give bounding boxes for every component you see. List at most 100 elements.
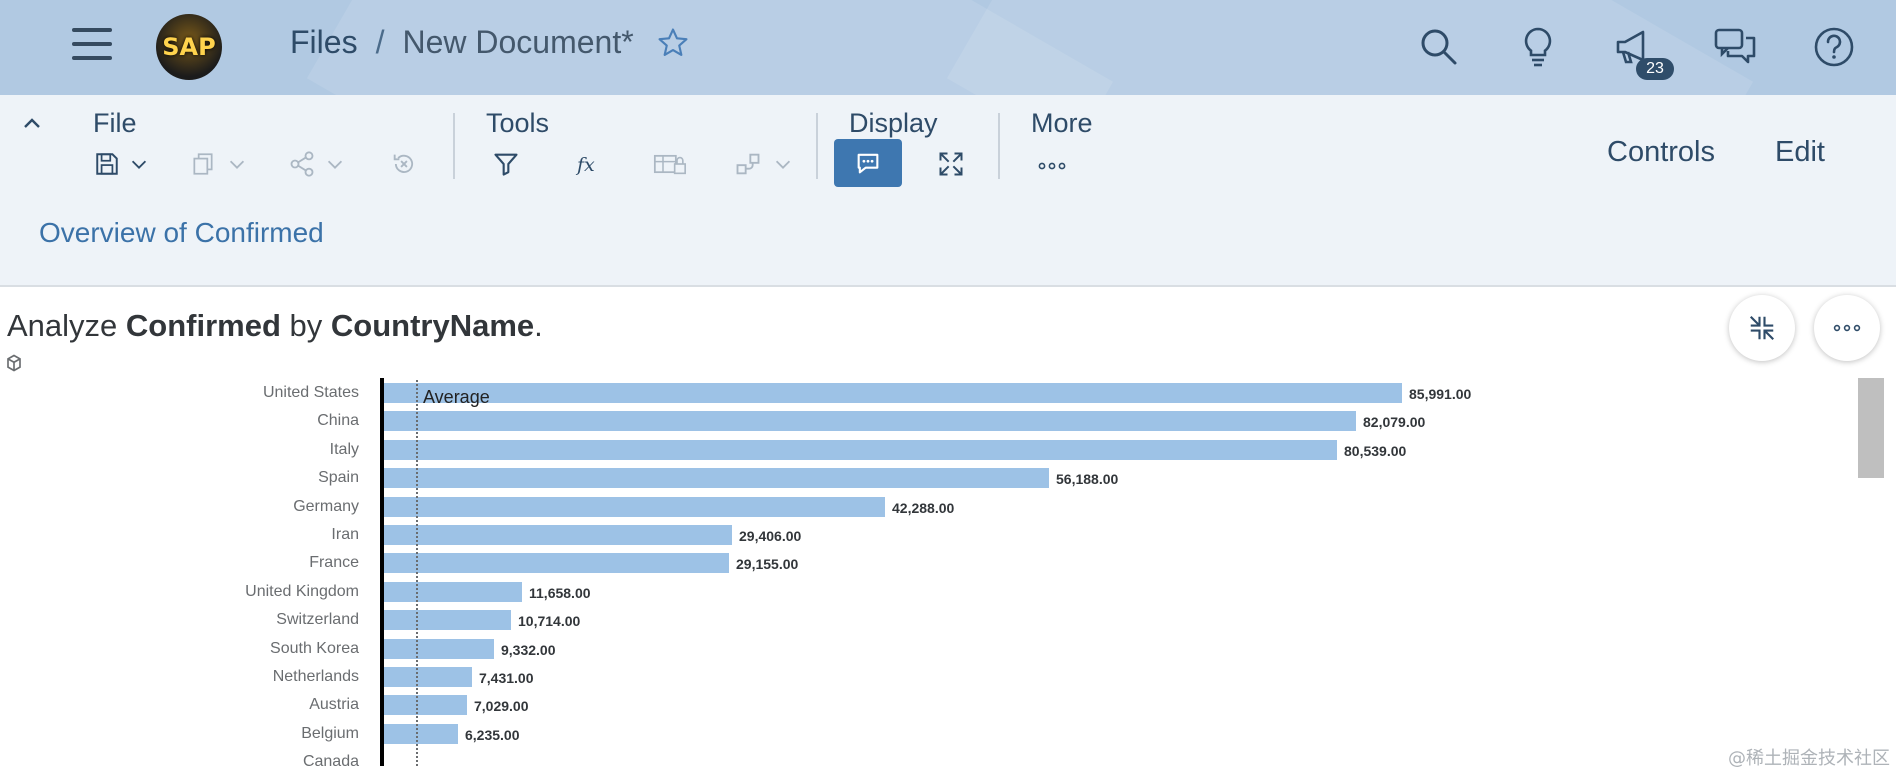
copy-icon bbox=[193, 153, 213, 175]
help-icon[interactable] bbox=[1809, 22, 1859, 72]
data-lock-button[interactable] bbox=[652, 146, 688, 182]
data-label: 6,235.00 bbox=[465, 726, 520, 743]
bar[interactable] bbox=[384, 667, 472, 687]
data-label: 29,155.00 bbox=[736, 556, 799, 573]
title-measure: Confirmed bbox=[125, 308, 281, 343]
bar[interactable] bbox=[384, 525, 732, 545]
overflow-dots-icon bbox=[1833, 324, 1861, 332]
bar[interactable] bbox=[384, 553, 729, 574]
toolbar bbox=[0, 95, 1896, 287]
category-label: France bbox=[309, 554, 359, 572]
linked-analysis-button[interactable] bbox=[734, 146, 794, 182]
data-label: 10,714.00 bbox=[518, 613, 581, 630]
revert-icon bbox=[393, 154, 414, 173]
document-title: New Document* bbox=[402, 24, 634, 60]
bar[interactable] bbox=[384, 411, 1356, 432]
chevron-down-icon bbox=[775, 160, 791, 169]
category-label: Italy bbox=[329, 440, 359, 458]
category-label: Germany bbox=[293, 497, 359, 515]
expand-icon bbox=[939, 152, 963, 176]
save-icon bbox=[96, 153, 118, 175]
data-label: 9,332.00 bbox=[501, 641, 556, 658]
svg-text:fx: fx bbox=[575, 154, 595, 176]
category-label: South Korea bbox=[270, 639, 359, 657]
link-nodes-icon bbox=[736, 153, 760, 175]
chevron-down-icon bbox=[131, 160, 147, 169]
collapse-toolbar-icon[interactable] bbox=[20, 112, 44, 136]
group-title-tools: Tools bbox=[486, 108, 550, 138]
chart-title: Analyze Confirmed by CountryName. bbox=[7, 308, 543, 344]
comment-button[interactable] bbox=[834, 139, 902, 187]
bar[interactable] bbox=[384, 496, 885, 517]
breadcrumb-files[interactable]: Files bbox=[290, 24, 358, 61]
shell-bar: SAP Files / New Document* 23 bbox=[0, 0, 1896, 95]
bar[interactable] bbox=[384, 638, 494, 659]
chart-axis-line bbox=[380, 378, 384, 766]
edit-button[interactable]: Edit bbox=[1775, 136, 1825, 169]
title-dimension: CountryName bbox=[330, 308, 535, 343]
chevron-down-icon bbox=[229, 160, 245, 169]
lightbulb-icon[interactable] bbox=[1513, 22, 1563, 72]
favorite-star-icon[interactable] bbox=[656, 26, 690, 60]
share-button[interactable] bbox=[288, 146, 346, 182]
category-label: Iran bbox=[331, 526, 359, 543]
data-label: 80,539.00 bbox=[1344, 442, 1407, 459]
toolbar-divider bbox=[998, 113, 1000, 179]
bar[interactable] bbox=[384, 695, 467, 716]
title-prefix: Analyze bbox=[7, 308, 126, 343]
fullscreen-button[interactable] bbox=[937, 146, 965, 182]
data-label: 11,658.00 bbox=[529, 584, 591, 601]
category-label: Spain bbox=[318, 469, 359, 487]
data-label: 7,029.00 bbox=[474, 698, 529, 715]
notifications-button[interactable]: 23 bbox=[1610, 22, 1674, 80]
group-title-file: File bbox=[93, 108, 137, 138]
category-label: Netherlands bbox=[272, 668, 359, 685]
bar[interactable] bbox=[384, 581, 522, 602]
category-label: United States bbox=[262, 384, 359, 401]
data-label: 29,406.00 bbox=[739, 528, 802, 544]
data-label: 82,079.00 bbox=[1363, 414, 1426, 431]
collapse-icon bbox=[1749, 315, 1775, 341]
collapse-view-button[interactable] bbox=[1729, 295, 1795, 361]
chart-scrollbar-thumb[interactable] bbox=[1858, 378, 1884, 478]
copy-button[interactable] bbox=[190, 146, 248, 182]
cube-icon[interactable] bbox=[5, 354, 23, 372]
overflow-dots-icon bbox=[1038, 162, 1066, 170]
title-mid: by bbox=[280, 308, 331, 343]
category-label: Canada bbox=[302, 753, 359, 771]
bar[interactable] bbox=[384, 723, 458, 744]
data-label: 56,188.00 bbox=[1056, 471, 1119, 488]
bar[interactable] bbox=[384, 468, 1049, 489]
menu-icon[interactable] bbox=[72, 28, 112, 62]
breadcrumb: Files / New Document* bbox=[290, 24, 690, 61]
category-label: United Kingdom bbox=[245, 582, 359, 600]
average-label: Average bbox=[423, 387, 490, 407]
company-logo[interactable]: SAP bbox=[156, 14, 222, 80]
table-lock-icon bbox=[653, 154, 686, 175]
breadcrumb-separator: / bbox=[375, 24, 385, 60]
formula-button[interactable]: fx bbox=[574, 146, 604, 182]
bar[interactable] bbox=[384, 439, 1337, 460]
data-label: 42,288.00 bbox=[892, 499, 955, 516]
more-button[interactable] bbox=[1037, 146, 1067, 182]
search-icon[interactable] bbox=[1414, 22, 1464, 72]
controls-button[interactable]: Controls bbox=[1607, 136, 1715, 169]
formula-fx-icon: fx bbox=[575, 154, 595, 176]
page-tab-overview[interactable]: Overview of Confirmed bbox=[39, 217, 324, 249]
chart-more-button[interactable] bbox=[1814, 295, 1880, 361]
bar[interactable] bbox=[384, 610, 511, 631]
revert-button[interactable] bbox=[390, 146, 418, 182]
filter-button[interactable] bbox=[492, 146, 520, 182]
filter-icon bbox=[494, 153, 518, 176]
category-label: China bbox=[317, 412, 359, 430]
save-button[interactable] bbox=[94, 146, 150, 182]
title-suffix: . bbox=[534, 308, 543, 343]
comment-icon bbox=[857, 153, 879, 174]
category-label: Austria bbox=[309, 696, 359, 714]
group-title-more: More bbox=[1031, 108, 1093, 138]
chat-icon[interactable] bbox=[1710, 22, 1760, 72]
category-label: Switzerland bbox=[276, 611, 359, 629]
toolbar-divider bbox=[453, 113, 455, 179]
bar[interactable] bbox=[384, 383, 1402, 403]
data-label: 7,431.00 bbox=[479, 670, 534, 686]
